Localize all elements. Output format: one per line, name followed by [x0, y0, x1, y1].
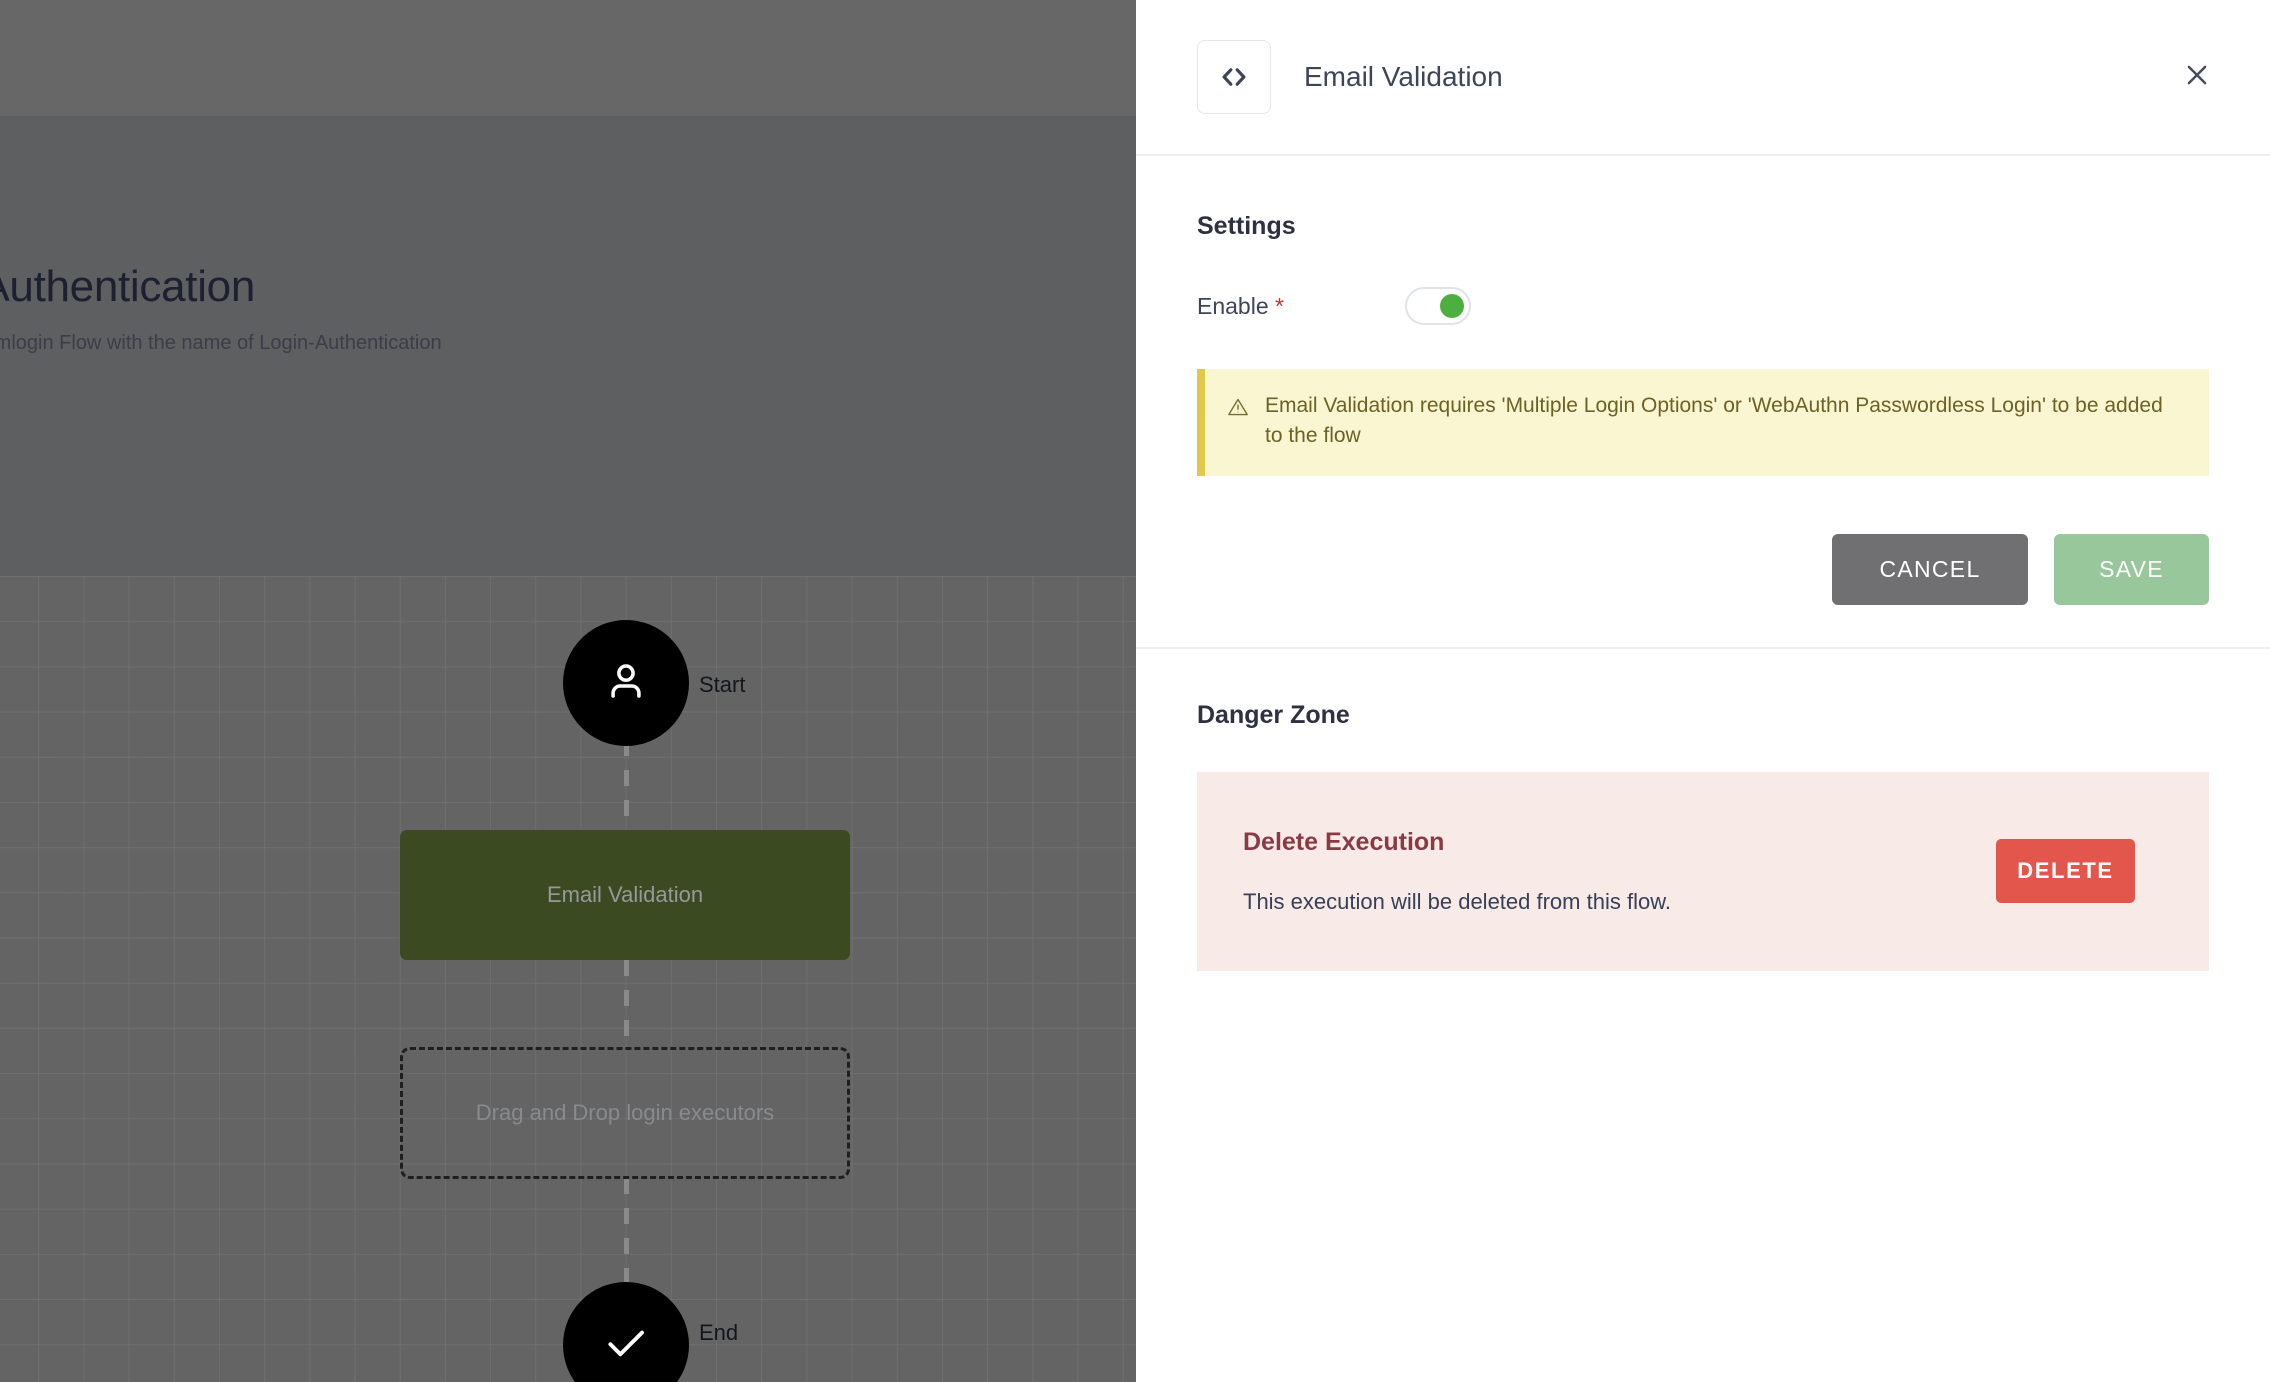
connector-dropzone-to-end [624, 1178, 629, 1288]
delete-execution-title: Delete Execution [1243, 827, 1445, 856]
enable-field-label: Enable * [1197, 293, 1405, 320]
danger-zone-section: Danger Zone Delete Execution This execut… [1136, 649, 2270, 971]
required-marker: * [1275, 292, 1284, 319]
flow-node-email-validation[interactable]: Email Validation [400, 830, 850, 960]
flow-dropzone[interactable]: Drag and Drop login executors [400, 1047, 850, 1179]
enable-field-row: Enable * [1197, 287, 2209, 325]
delete-button[interactable]: DELETE [1996, 839, 2135, 904]
warning-triangle-icon [1227, 391, 1249, 423]
check-icon [600, 1317, 652, 1374]
user-icon [601, 656, 651, 711]
flow-node-start-label: Start [699, 672, 746, 697]
delete-execution-card: Delete Execution This execution will be … [1197, 771, 2209, 971]
validation-warning-text: Email Validation requires 'Multiple Logi… [1265, 394, 2163, 448]
close-icon[interactable] [2172, 50, 2222, 100]
enable-label-text: Enable [1197, 292, 1269, 319]
validation-warning-banner: Email Validation requires 'Multiple Logi… [1197, 369, 2209, 476]
delete-execution-text-block: Delete Execution This execution will be … [1243, 828, 1671, 915]
panel-header: Email Validation [1136, 0, 2270, 156]
enable-toggle[interactable] [1405, 287, 1471, 325]
settings-heading: Settings [1197, 212, 1296, 240]
cancel-button[interactable]: CANCEL [1832, 533, 2028, 605]
page-subtitle: stomlogin Flow with the name of Login-Au… [0, 332, 442, 354]
app-header-band [0, 0, 1136, 116]
danger-zone-heading: Danger Zone [1197, 700, 1350, 729]
settings-section: Settings Enable * Email Validation requi… [1136, 156, 2270, 649]
toggle-knob [1440, 294, 1464, 318]
save-button[interactable]: SAVE [2054, 533, 2209, 605]
connector-executor-to-dropzone [624, 960, 629, 1050]
execution-details-panel: Email Validation Settings Enable * Email… [1136, 0, 2270, 1382]
flow-node-end-label: End [699, 1320, 739, 1345]
flow-node-start[interactable] [563, 620, 689, 746]
code-brackets-icon [1197, 40, 1271, 114]
settings-actions: CANCEL SAVE [1197, 533, 2209, 605]
panel-title: Email Validation [1304, 61, 1503, 92]
page-title: -Authentication [0, 262, 256, 311]
delete-execution-description: This execution will be deleted from this… [1243, 888, 1671, 914]
app-root: -Authentication stomlogin Flow with the … [0, 0, 2270, 1382]
